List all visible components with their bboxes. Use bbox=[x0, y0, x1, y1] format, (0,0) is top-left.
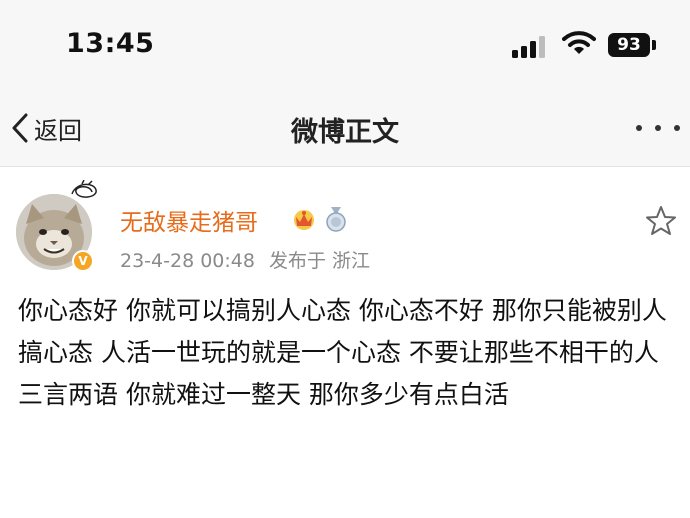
post-text: 你心态好 你就可以搞别人心态 你心态不好 那你只能被别人搞心态 人活一世玩的就是… bbox=[18, 296, 667, 409]
post-meta: 23-4-28 00:48 发布于 浙江 bbox=[120, 246, 370, 273]
battery-icon: 93 bbox=[608, 33, 650, 57]
status-time: 13:45 bbox=[66, 28, 155, 59]
post-date: 23-4-28 00:48 bbox=[120, 250, 255, 272]
more-dot bbox=[655, 125, 661, 131]
verified-v-icon: V bbox=[72, 250, 94, 272]
more-icon[interactable] bbox=[636, 122, 680, 134]
author-name[interactable]: 无敌暴走猪哥 bbox=[120, 203, 258, 237]
more-dot bbox=[636, 125, 642, 131]
back-label: 返回 bbox=[34, 116, 82, 145]
battery-cap bbox=[652, 40, 656, 50]
avatar-wrap[interactable]: V bbox=[16, 180, 100, 272]
author-badges[interactable] bbox=[290, 205, 350, 233]
star-icon[interactable] bbox=[644, 204, 678, 238]
status-bar: 13:45 93 bbox=[0, 0, 690, 92]
post-source: 发布于 浙江 bbox=[269, 250, 371, 272]
nav-bar: 返回 微博正文 bbox=[0, 92, 690, 167]
chevron-left-icon bbox=[12, 113, 28, 143]
page-title: 微博正文 bbox=[291, 117, 399, 148]
wifi-icon bbox=[562, 31, 596, 54]
back-button[interactable]: 返回 bbox=[10, 108, 82, 148]
signal-icon bbox=[512, 36, 548, 58]
medal-badge-icon bbox=[326, 207, 346, 232]
more-dot bbox=[674, 125, 680, 131]
battery-level: 93 bbox=[617, 35, 641, 55]
crown-badge-icon bbox=[294, 210, 314, 230]
